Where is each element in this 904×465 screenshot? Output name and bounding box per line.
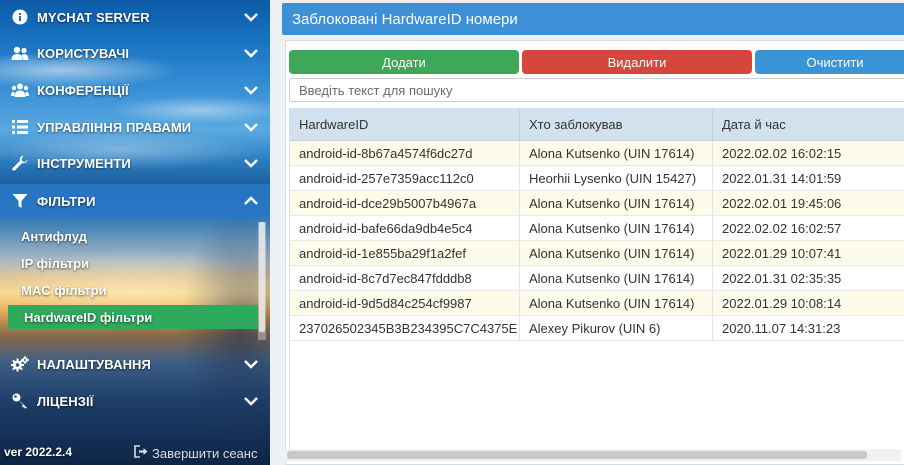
cell-hardwareid: android-id-257e7359acc112c0 [290, 166, 520, 190]
filter-icon [11, 192, 29, 210]
chevron-up-icon [242, 192, 260, 210]
chevron-down-icon [242, 44, 260, 62]
table-row[interactable]: android-id-9d5d84c254cf9987 Alona Kutsen… [290, 291, 904, 316]
sidebar-item-tools[interactable]: ІНСТРУМЕНТИ [0, 146, 270, 180]
cell-blocked-by: Alona Kutsenko (UIN 17614) [520, 241, 713, 265]
content-panel: Додати Видалити Очистити HardwareID Хто … [285, 40, 904, 465]
group-icon [11, 81, 29, 99]
cell-blocked-by: Alexey Pikurov (UIN 6) [520, 316, 713, 340]
sidebar-item-label: НАЛАШТУВАННЯ [37, 356, 151, 372]
cell-datetime: 2020.11.07 14:31:23 [713, 316, 904, 340]
sidebar-item-licenses[interactable]: ЛІЦЕНЗІЇ [0, 384, 270, 418]
submenu-item-hardwareid-filters[interactable]: HardwareID фільтри [8, 305, 258, 329]
search-input[interactable] [289, 78, 904, 102]
users-icon [11, 44, 29, 62]
cell-hardwareid: android-id-9d5d84c254cf9987 [290, 291, 520, 315]
cell-blocked-by: Alona Kutsenko (UIN 17614) [520, 141, 713, 165]
submenu-item-label: HardwareID фільтри [24, 309, 153, 325]
submenu-item-label: Антифлуд [21, 228, 87, 244]
cell-datetime: 2022.01.31 02:35:35 [713, 266, 904, 290]
cell-datetime: 2022.02.01 19:45:06 [713, 191, 904, 215]
table-row[interactable]: android-id-bafe66da9db4e5c4 Alona Kutsen… [290, 216, 904, 241]
submenu-scrollbar-thumb[interactable] [259, 222, 265, 332]
sidebar-item-rights[interactable]: УПРАВЛІННЯ ПРАВАМИ [0, 110, 270, 144]
add-button[interactable]: Додати [289, 50, 519, 74]
submenu-item-mac-filters[interactable]: MAC фільтри [8, 278, 258, 302]
column-header-hardwareid[interactable]: HardwareID [290, 108, 520, 140]
logout-icon [134, 445, 149, 461]
cell-blocked-by: Alona Kutsenko (UIN 17614) [520, 266, 713, 290]
table-row[interactable]: android-id-8c7d7ec847fdddb8 Alona Kutsen… [290, 266, 904, 291]
table-row[interactable]: 237026502345B3B234395C7C4375E Alexey Pik… [290, 316, 904, 341]
hardwareid-table: HardwareID Хто заблокував Дата й час and… [289, 108, 904, 453]
sidebar-item-label: ФІЛЬТРИ [37, 193, 96, 209]
delete-button[interactable]: Видалити [522, 50, 752, 74]
list-icon [11, 118, 29, 136]
logout-label: Завершити сеанс [152, 445, 258, 461]
sidebar-item-filters[interactable]: ФІЛЬТРИ [0, 184, 270, 218]
cell-datetime: 2022.02.02 16:02:15 [713, 141, 904, 165]
cell-hardwareid: android-id-dce29b5007b4967a [290, 191, 520, 215]
chevron-down-icon [242, 154, 260, 172]
chevron-down-icon [242, 355, 260, 373]
cell-blocked-by: Heorhii Lysenko (UIN 15427) [520, 166, 713, 190]
cell-datetime: 2022.01.31 14:01:59 [713, 166, 904, 190]
cell-hardwareid: android-id-bafe66da9db4e5c4 [290, 216, 520, 240]
logout-link[interactable]: Завершити сеанс [134, 445, 257, 461]
cell-datetime: 2022.02.02 16:02:57 [713, 216, 904, 240]
cell-hardwareid: android-id-8b67a4574f6dc27d [290, 141, 520, 165]
sidebar-item-label: УПРАВЛІННЯ ПРАВАМИ [37, 119, 192, 135]
cell-blocked-by: Alona Kutsenko (UIN 17614) [520, 291, 713, 315]
page-title-text: Заблоковані HardwareID номери [292, 10, 518, 28]
sidebar-item-label: ЛІЦЕНЗІЇ [37, 393, 94, 409]
cell-datetime: 2022.01.29 10:07:41 [713, 241, 904, 265]
horizontal-scrollbar-thumb[interactable] [287, 451, 867, 459]
sidebar-item-label: КОРИСТУВАЧІ [37, 45, 130, 61]
cell-blocked-by: Alona Kutsenko (UIN 17614) [520, 216, 713, 240]
submenu-item-label: IP фільтри [21, 255, 90, 271]
cell-hardwareid: 237026502345B3B234395C7C4375E [290, 316, 520, 340]
table-row[interactable]: android-id-8b67a4574f6dc27d Alona Kutsen… [290, 141, 904, 166]
column-header-blocked-by[interactable]: Хто заблокував [520, 108, 713, 140]
chevron-down-icon [242, 118, 260, 136]
version-label: ver 2022.2.4 [4, 445, 73, 459]
horizontal-scrollbar[interactable] [285, 449, 901, 461]
chevron-down-icon [242, 81, 260, 99]
wrench-icon [11, 154, 29, 172]
key-icon [11, 392, 29, 410]
gears-icon [11, 355, 29, 373]
sidebar: MYCHAT SERVER КОРИСТУВАЧІ КОНФЕРЕНЦІЇ УП… [0, 0, 270, 465]
sidebar-item-label: КОНФЕРЕНЦІЇ [37, 82, 129, 98]
submenu-item-label: MAC фільтри [21, 282, 107, 298]
submenu-item-ip-filters[interactable]: IP фільтри [8, 251, 258, 275]
submenu-scrollbar[interactable] [258, 222, 266, 340]
table-row[interactable]: android-id-257e7359acc112c0 Heorhii Lyse… [290, 166, 904, 191]
sidebar-item-label: ІНСТРУМЕНТИ [37, 155, 131, 171]
sidebar-item-label: MYCHAT SERVER [37, 9, 150, 25]
sidebar-item-users[interactable]: КОРИСТУВАЧІ [0, 36, 270, 70]
cell-datetime: 2022.01.29 10:08:14 [713, 291, 904, 315]
cell-blocked-by: Alona Kutsenko (UIN 17614) [520, 191, 713, 215]
table-header-row: HardwareID Хто заблокував Дата й час [290, 108, 904, 141]
clear-button[interactable]: Очистити [755, 50, 904, 74]
sidebar-item-mychat-server[interactable]: MYCHAT SERVER [0, 0, 270, 34]
page-title: Заблоковані HardwareID номери [282, 3, 904, 35]
table-row[interactable]: android-id-dce29b5007b4967a Alona Kutsen… [290, 191, 904, 216]
sidebar-item-settings[interactable]: НАЛАШТУВАННЯ [0, 347, 270, 381]
column-header-datetime[interactable]: Дата й час [713, 108, 904, 140]
table-row[interactable]: android-id-1e855ba29f1a2fef Alona Kutsen… [290, 241, 904, 266]
sidebar-item-conferences[interactable]: КОНФЕРЕНЦІЇ [0, 73, 270, 107]
cell-hardwareid: android-id-8c7d7ec847fdddb8 [290, 266, 520, 290]
submenu-item-antiflood[interactable]: Антифлуд [8, 224, 258, 248]
info-icon [11, 8, 29, 26]
main-content: Заблоковані HardwareID номери Додати Вид… [282, 0, 904, 465]
chevron-down-icon [242, 8, 260, 26]
chevron-down-icon [242, 392, 260, 410]
cell-hardwareid: android-id-1e855ba29f1a2fef [290, 241, 520, 265]
